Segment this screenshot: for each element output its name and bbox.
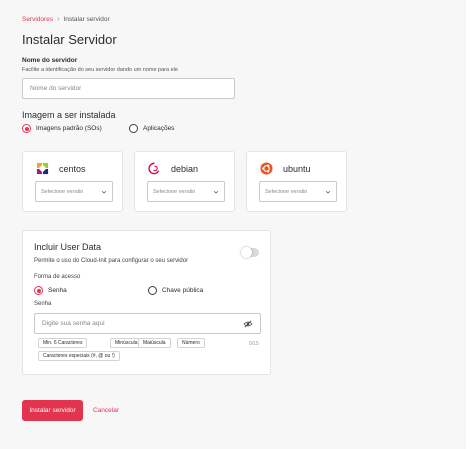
ubuntu-logo-icon [260,162,273,175]
version-select[interactable]: Selecione versão [259,181,337,202]
version-select[interactable]: Selecione versão [147,181,225,202]
radio-public-key[interactable]: Chave pública [148,286,203,295]
select-placeholder: Selecione versão [41,188,84,195]
user-data-title: Incluir User Data [34,242,102,252]
radio-indicator [129,124,138,133]
password-placeholder: Digite sua senha aqui [42,320,105,327]
os-name: centos [59,163,86,174]
install-server-button[interactable]: Instalar servidor [22,400,83,421]
os-name: ubuntu [283,163,311,174]
cancel-button[interactable]: Cancelar [93,400,119,421]
page: Servidores › Instalar servidor Instalar … [0,0,474,449]
radio-indicator [22,124,31,133]
user-data-description: Permite o uso do Cloud-Init para configu… [34,258,189,264]
select-placeholder: Selecione versão [265,188,308,195]
breadcrumb: Servidores › Instalar servidor [22,16,110,23]
select-placeholder: Selecione versão [153,188,196,195]
server-name-input[interactable]: Nome do servidor [22,78,235,99]
radio-applications[interactable]: Aplicações [129,124,174,133]
breadcrumb-servidores-link[interactable]: Servidores [22,16,53,23]
eye-off-icon[interactable] [243,320,253,328]
image-section-title: Imagem a ser instalada [22,110,116,120]
requirement-chip: Número [177,338,205,348]
radio-label: Aplicações [143,125,175,132]
requirement-chip: Maiúscula [138,338,171,348]
requirement-chip: Caracteres especiais (#, @ ou !) [38,351,120,361]
user-data-toggle[interactable] [241,247,259,258]
requirement-chip: Min. 6 Caracteres [38,338,88,348]
radio-label: Imagens padrão (SOs) [36,125,102,132]
chevron-down-icon [325,190,331,194]
radio-label: Senha [48,287,67,294]
access-method-label: Forma de acesso [34,274,81,280]
os-card-ubuntu[interactable]: ubuntu Selecione versão [246,151,347,212]
radio-indicator [34,286,43,295]
breadcrumb-current: Instalar servidor [63,16,110,23]
radio-indicator [148,286,157,295]
toggle-knob [241,247,252,258]
server-name-label: Nome do servidor [22,57,78,64]
radio-default-images[interactable]: Imagens padrão (SOs) [22,124,102,133]
password-input[interactable]: Digite sua senha aqui [34,313,261,334]
password-counter: 0/15 [249,341,259,347]
centos-logo-icon [36,162,49,175]
password-label: Senha [34,301,52,307]
os-card-centos[interactable]: centos Selecione versão [22,151,123,212]
server-name-help: Facilite a identificação do seu servidor… [22,67,178,73]
os-card-debian[interactable]: debian Selecione versão [134,151,235,212]
right-edge [466,0,474,449]
version-select[interactable]: Selecione versão [35,181,113,202]
breadcrumb-separator: › [57,16,60,23]
user-data-card: Incluir User Data Permite o uso do Cloud… [22,230,271,375]
radio-password[interactable]: Senha [34,286,67,295]
os-name: debian [171,163,199,174]
page-title: Instalar Servidor [22,32,117,47]
chevron-down-icon [213,190,219,194]
debian-logo-icon [148,162,161,175]
chevron-down-icon [101,190,107,194]
radio-label: Chave pública [162,287,204,294]
